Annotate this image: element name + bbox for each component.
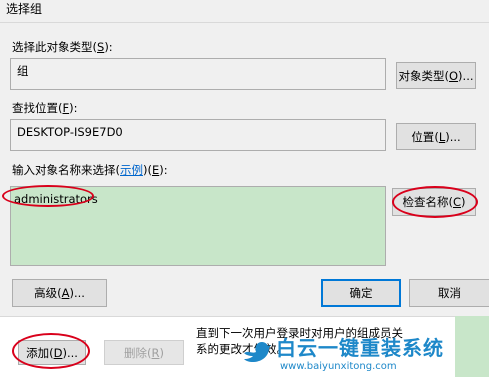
location-field: DESKTOP-IS9E7D0 xyxy=(10,119,386,151)
cancel-button[interactable]: 取消 xyxy=(409,279,489,307)
check-names-button[interactable]: 检查名称(C) xyxy=(392,188,476,216)
add-button[interactable]: 添加(D)... xyxy=(18,340,86,365)
advanced-button[interactable]: 高级(A)... xyxy=(12,279,107,307)
object-type-field: 组 xyxy=(10,58,386,90)
examples-link[interactable]: 示例 xyxy=(120,163,143,177)
watermark-brand: 白云一键重装系统 xyxy=(276,336,444,360)
location-value: DESKTOP-IS9E7D0 xyxy=(17,125,123,139)
names-label: 输入对象名称来选择(示例)(E): xyxy=(12,163,168,177)
object-type-value: 组 xyxy=(17,64,29,78)
locations-button[interactable]: 位置(L)... xyxy=(396,123,476,150)
side-strip xyxy=(455,316,489,377)
remove-button[interactable]: 删除(R) xyxy=(104,340,184,365)
object-type-label: 选择此对象类型(S): xyxy=(12,40,113,54)
location-label: 查找位置(F): xyxy=(12,101,78,115)
object-types-button[interactable]: 对象类型(O)... xyxy=(396,62,476,89)
ok-button[interactable]: 确定 xyxy=(321,279,401,307)
bird-logo-icon xyxy=(242,338,272,364)
object-names-value: administrators xyxy=(14,192,98,206)
object-names-input[interactable]: administrators xyxy=(10,186,386,266)
watermark-url: www.baiyunxitong.com xyxy=(280,361,397,372)
title-divider xyxy=(0,22,489,23)
dialog-title: 选择组 xyxy=(6,2,43,16)
